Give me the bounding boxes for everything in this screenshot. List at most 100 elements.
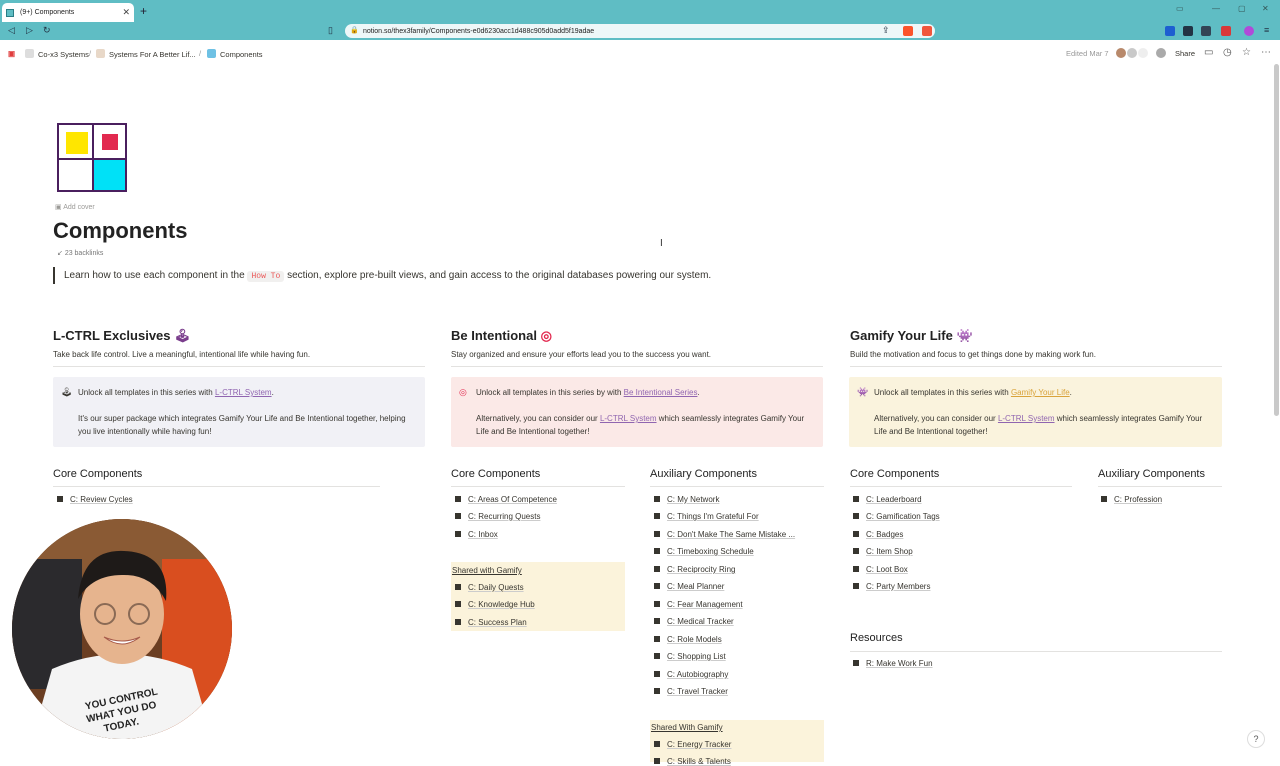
monster-icon: 👾 (956, 328, 973, 343)
avatar[interactable] (1155, 47, 1167, 59)
share-button[interactable]: Share (1175, 49, 1195, 58)
list-item[interactable]: C: Things I'm Grateful For (654, 512, 759, 521)
list-item[interactable]: C: Areas Of Competence (455, 495, 557, 504)
maximize-icon[interactable]: ▢ (1238, 4, 1246, 13)
page-icon[interactable] (57, 123, 127, 192)
target-icon: ◎ (540, 328, 552, 343)
list-item[interactable]: C: Don't Make The Same Mistake ... (654, 530, 795, 539)
callout-lctrl: 🕹 Unlock all templates in this series wi… (53, 377, 425, 447)
scrollbar[interactable] (1274, 64, 1279, 416)
wallet-icon[interactable] (1221, 26, 1231, 36)
close-window-icon[interactable]: ✕ (1262, 4, 1269, 13)
column-subtitle: Take back life control. Live a meaningfu… (53, 350, 311, 359)
puzzle-icon[interactable] (1183, 26, 1193, 36)
section-heading: Auxiliary Components (650, 468, 757, 480)
avatar[interactable] (1137, 47, 1149, 59)
breadcrumb-item[interactable]: Components (207, 49, 263, 59)
list-item[interactable]: C: Medical Tracker (654, 617, 734, 626)
lctrl-system-link[interactable]: L-CTRL System (998, 414, 1055, 423)
red-square-icon (102, 134, 118, 150)
list-item[interactable]: C: My Network (654, 495, 719, 504)
menu-icon[interactable]: ≡ (1264, 25, 1269, 35)
sidebar-icon[interactable] (1201, 26, 1211, 36)
brave-shield-icon[interactable] (903, 26, 913, 36)
list-item[interactable]: C: Autobiography (654, 670, 728, 679)
list-item[interactable]: C: Review Cycles (57, 495, 133, 504)
be-intentional-link[interactable]: Be Intentional Series (624, 388, 698, 397)
list-item[interactable]: C: Inbox (455, 530, 498, 539)
browser-nav-bar: ◁ ▷ ↻ ▯ 🔒 notion.so/thex3family/Componen… (0, 22, 1280, 40)
more-icon[interactable]: ⋯ (1261, 47, 1271, 58)
list-item[interactable]: C: Reciprocity Ring (654, 565, 735, 574)
divider (850, 366, 1222, 367)
workspace-logo-icon[interactable]: ▣ (8, 49, 15, 58)
shared-heading[interactable]: Shared with Gamify (452, 566, 522, 575)
callout-intentional: ◎ Unlock all templates in this series by… (451, 377, 823, 447)
list-item[interactable]: C: Shopping List (654, 652, 726, 661)
breadcrumb-separator: / (199, 49, 202, 58)
list-item[interactable]: C: Leaderboard (853, 495, 922, 504)
address-bar[interactable]: 🔒 notion.so/thex3family/Components-e0d62… (345, 24, 935, 38)
list-item[interactable]: C: Fear Management (654, 600, 743, 609)
list-item[interactable]: C: Travel Tracker (654, 687, 728, 696)
divider (53, 366, 425, 367)
list-item[interactable]: C: Energy Tracker (654, 740, 731, 749)
list-item[interactable]: C: Loot Box (853, 565, 908, 574)
list-item[interactable]: C: Meal Planner (654, 582, 724, 591)
bookmark-icon[interactable]: ▯ (328, 25, 333, 36)
extension-icon[interactable] (1165, 26, 1175, 36)
page-icon (96, 49, 105, 58)
list-item[interactable]: C: Party Members (853, 582, 930, 591)
list-item[interactable]: C: Timeboxing Schedule (654, 547, 754, 556)
help-button[interactable]: ? (1247, 730, 1265, 748)
lctrl-system-link[interactable]: L-CTRL System (600, 414, 657, 423)
back-icon[interactable]: ◁ (8, 25, 15, 36)
section-heading: Core Components (850, 468, 940, 480)
inline-code: How To (247, 271, 285, 282)
column-subtitle: Build the motivation and focus to get th… (850, 350, 1096, 359)
close-tab-icon[interactable]: ✕ (122, 7, 130, 18)
list-item[interactable]: C: Success Plan (455, 618, 527, 627)
comment-icon[interactable]: ▭ (1204, 47, 1213, 58)
section-heading: Core Components (53, 468, 143, 480)
profile-icon[interactable] (1244, 26, 1254, 36)
list-item[interactable]: C: Recurring Quests (455, 512, 540, 521)
list-item[interactable]: C: Item Shop (853, 547, 913, 556)
presenter-video-image: YOU CONTROL WHAT YOU DO TODAY. (12, 519, 232, 739)
forward-icon[interactable]: ▷ (26, 25, 33, 36)
edited-timestamp: Edited Mar 7 (1066, 49, 1109, 58)
page-title[interactable]: Components (53, 218, 187, 244)
grid-line (92, 125, 94, 190)
minimize-icon[interactable]: — (1212, 4, 1220, 13)
share-page-icon[interactable]: ⇪ (882, 25, 890, 36)
breadcrumb-item[interactable]: Systems For A Better Lif... (96, 49, 196, 59)
backlinks-button[interactable]: ↙ 23 backlinks (57, 249, 103, 257)
divider (850, 486, 1072, 487)
gamify-link[interactable]: Gamify Your Life (1011, 388, 1070, 397)
list-item[interactable]: C: Knowledge Hub (455, 600, 535, 609)
lock-icon: 🔒 (350, 27, 359, 34)
breadcrumb-item[interactable]: Co-x3 Systems (25, 49, 89, 59)
clock-icon[interactable]: ◷ (1223, 47, 1232, 58)
list-item[interactable]: C: Role Models (654, 635, 722, 644)
joystick-icon: 🕹 (61, 387, 73, 397)
list-item[interactable]: C: Daily Quests (455, 583, 524, 592)
list-item[interactable]: C: Profession (1101, 495, 1162, 504)
cyan-square-icon (94, 160, 125, 190)
add-cover-button[interactable]: ▣ Add cover (55, 203, 95, 211)
callout-gamify: 👾 Unlock all templates in this series wi… (849, 377, 1222, 447)
notion-topbar: ▣ Co-x3 Systems / Systems For A Better L… (0, 44, 1280, 64)
star-icon[interactable]: ☆ (1242, 47, 1251, 58)
rewards-icon[interactable] (922, 26, 932, 36)
reload-icon[interactable]: ↻ (43, 25, 51, 36)
tab-search-icon[interactable]: ▭ (1176, 4, 1184, 13)
list-item[interactable]: C: Badges (853, 530, 903, 539)
browser-tab[interactable]: (9+) Components ✕ (2, 3, 134, 22)
new-tab-icon[interactable]: + (140, 4, 147, 18)
lctrl-system-link[interactable]: L-CTRL System (215, 388, 272, 397)
column-title: Gamify Your Life 👾 (850, 328, 973, 343)
list-item[interactable]: R: Make Work Fun (853, 659, 933, 668)
column-subtitle: Stay organized and ensure your efforts l… (451, 350, 712, 359)
list-item[interactable]: C: Gamification Tags (853, 512, 940, 521)
shared-heading[interactable]: Shared With Gamify (651, 723, 723, 732)
